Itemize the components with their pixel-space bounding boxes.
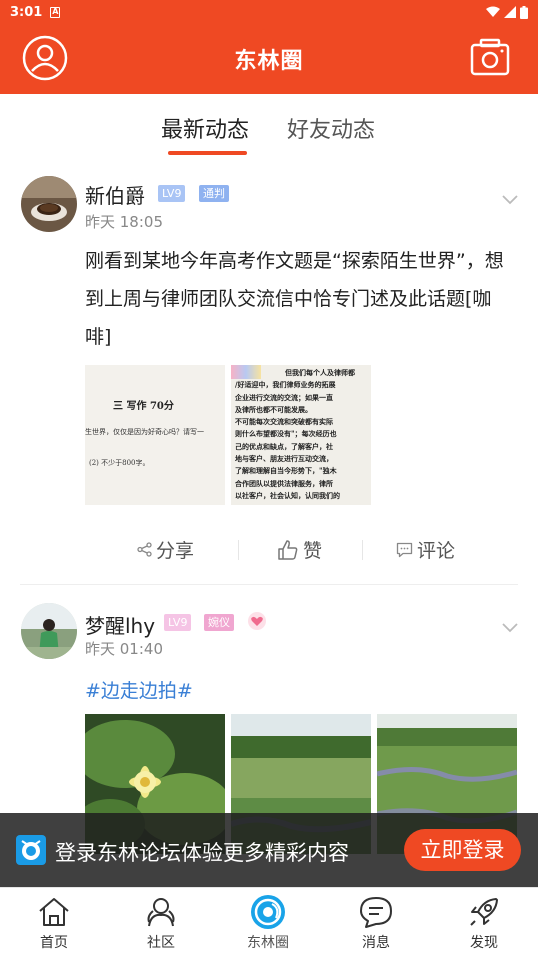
nav-discover-label: 发现 — [470, 935, 498, 951]
battery-icon — [520, 5, 528, 19]
post-divider — [20, 584, 518, 585]
post-text: 刚看到某地今年高考作文题是“探索陌生世界”，想到上周与律师团队交流信中恰专门述及… — [85, 250, 504, 348]
thumbs-up-icon — [278, 539, 298, 560]
image-text: 则什么布望都没有"；每次经历也 — [235, 429, 337, 439]
share-button[interactable]: 分享 — [137, 536, 194, 563]
community-icon — [147, 898, 175, 927]
action-separator — [362, 540, 363, 560]
share-icon — [137, 542, 152, 557]
avatar[interactable] — [21, 176, 77, 232]
nav-donglin-circle-label: 东林圈 — [247, 935, 289, 951]
nav-donglin-circle[interactable]: 东林圈 — [233, 894, 303, 952]
comment-icon — [396, 542, 413, 557]
level-badge: LV9 — [158, 185, 186, 202]
comment-label: 评论 — [417, 540, 456, 562]
page-title: 东林圈 — [234, 49, 304, 74]
post-image[interactable]: 但我们每个人及律师都 /好适迎中，我们律师业务的拓展 企业进行交流的交流；如果一… — [231, 365, 371, 505]
nav-community-label: 社区 — [147, 935, 175, 951]
image-text: 合作团队以提供法律服务，律所 — [235, 478, 333, 488]
image-text: 企业进行交流的交流；如果一直 — [235, 392, 333, 402]
message-icon — [360, 897, 392, 928]
image-text: 以社客户，社会认知，认同我们的 — [235, 490, 340, 500]
image-text: 及律所也都不可能发展。 — [235, 404, 312, 414]
app-header: 东林圈 — [0, 24, 538, 94]
image-text: 三 写作 70分 — [113, 401, 174, 412]
nav-messages-label: 消息 — [362, 935, 390, 951]
chevron-down-icon[interactable] — [502, 623, 518, 633]
login-prompt: 登录东林论坛体验更多精彩内容 — [55, 841, 349, 865]
heart-badge-icon — [248, 612, 266, 630]
image-text-block: 但我们每个人及律师都 /好适迎中，我们律师业务的拓展 企业进行交流的交流；如果一… — [235, 367, 371, 502]
chevron-down-icon[interactable] — [502, 195, 518, 205]
wifi-icon — [486, 6, 500, 17]
image-text: 了解和理解自当今形势下，"独木 — [235, 466, 337, 476]
comment-button[interactable]: 评论 — [396, 536, 455, 563]
share-label: 分享 — [156, 540, 195, 562]
active-tab-indicator — [168, 151, 247, 155]
nav-messages[interactable]: 消息 — [341, 894, 411, 952]
username[interactable]: 梦醒lhy — [85, 610, 155, 639]
status-time: 3:01 — [10, 4, 43, 20]
post-image[interactable]: 三 写作 70分 生世界，仅仅是因为好奇心吗？请写一 (2) 不少于800字。 — [85, 365, 225, 505]
nav-home[interactable]: 首页 — [19, 894, 89, 952]
image-text: 己的优点和缺点，了解客户，社 — [235, 441, 333, 451]
image-text: /好适迎中，我们律师业务的拓展 — [235, 380, 336, 390]
image-text: (2) 不少于800字。 — [89, 459, 150, 467]
tab-friends[interactable]: 好友动态 — [287, 112, 375, 144]
topic-link[interactable]: #边走边拍# — [85, 676, 193, 703]
role-badge: 婉仪 — [204, 614, 234, 631]
status-bar: 3:01 A — [0, 0, 538, 24]
image-text: 地与客户、朋友进行互动交流， — [235, 454, 333, 464]
login-banner: 登录东林论坛体验更多精彩内容 立即登录 — [0, 813, 538, 887]
donglin-circle-icon — [251, 895, 285, 929]
role-badge: 通判 — [199, 185, 229, 202]
post-card: 新伯爵 LV9 通判 昨天 18:05 刚看到某地今年高考作文题是“探索陌生世界… — [0, 158, 538, 588]
image-text: 生世界，仅仅是因为好奇心吗？请写一 — [85, 428, 204, 436]
login-button[interactable]: 立即登录 — [404, 829, 521, 871]
post-actions: 分享 赞 评论 — [0, 528, 538, 568]
donglin-logo-icon — [16, 835, 46, 865]
nav-community[interactable]: 社区 — [126, 894, 196, 952]
like-button[interactable]: 赞 — [277, 536, 322, 563]
avatar[interactable] — [21, 603, 77, 659]
tab-latest[interactable]: 最新动态 — [161, 112, 249, 144]
feed-tabs: 最新动态 好友动态 — [0, 94, 538, 158]
rocket-icon — [470, 898, 498, 926]
signal-icon — [504, 6, 516, 18]
username[interactable]: 新伯爵 — [85, 180, 145, 209]
post-time: 昨天 18:05 — [85, 213, 163, 231]
status-icons — [486, 5, 528, 19]
bottom-nav: 首页 社区 东林圈 消息 发现 — [0, 887, 538, 958]
level-badge: LV9 — [164, 614, 192, 631]
post-time: 昨天 01:40 — [85, 640, 163, 658]
nav-discover[interactable]: 发现 — [449, 894, 519, 952]
nav-home-label: 首页 — [40, 935, 68, 951]
user-profile-icon[interactable] — [22, 35, 68, 81]
image-text: 但我们每个人及律师都 — [285, 368, 355, 377]
notification-a-icon: A — [50, 6, 61, 18]
camera-icon[interactable] — [470, 37, 510, 77]
image-text: 不可能每次交流和突破都有实际 — [235, 417, 333, 427]
home-icon — [39, 898, 69, 926]
like-label: 赞 — [303, 540, 323, 562]
action-separator — [238, 540, 239, 560]
